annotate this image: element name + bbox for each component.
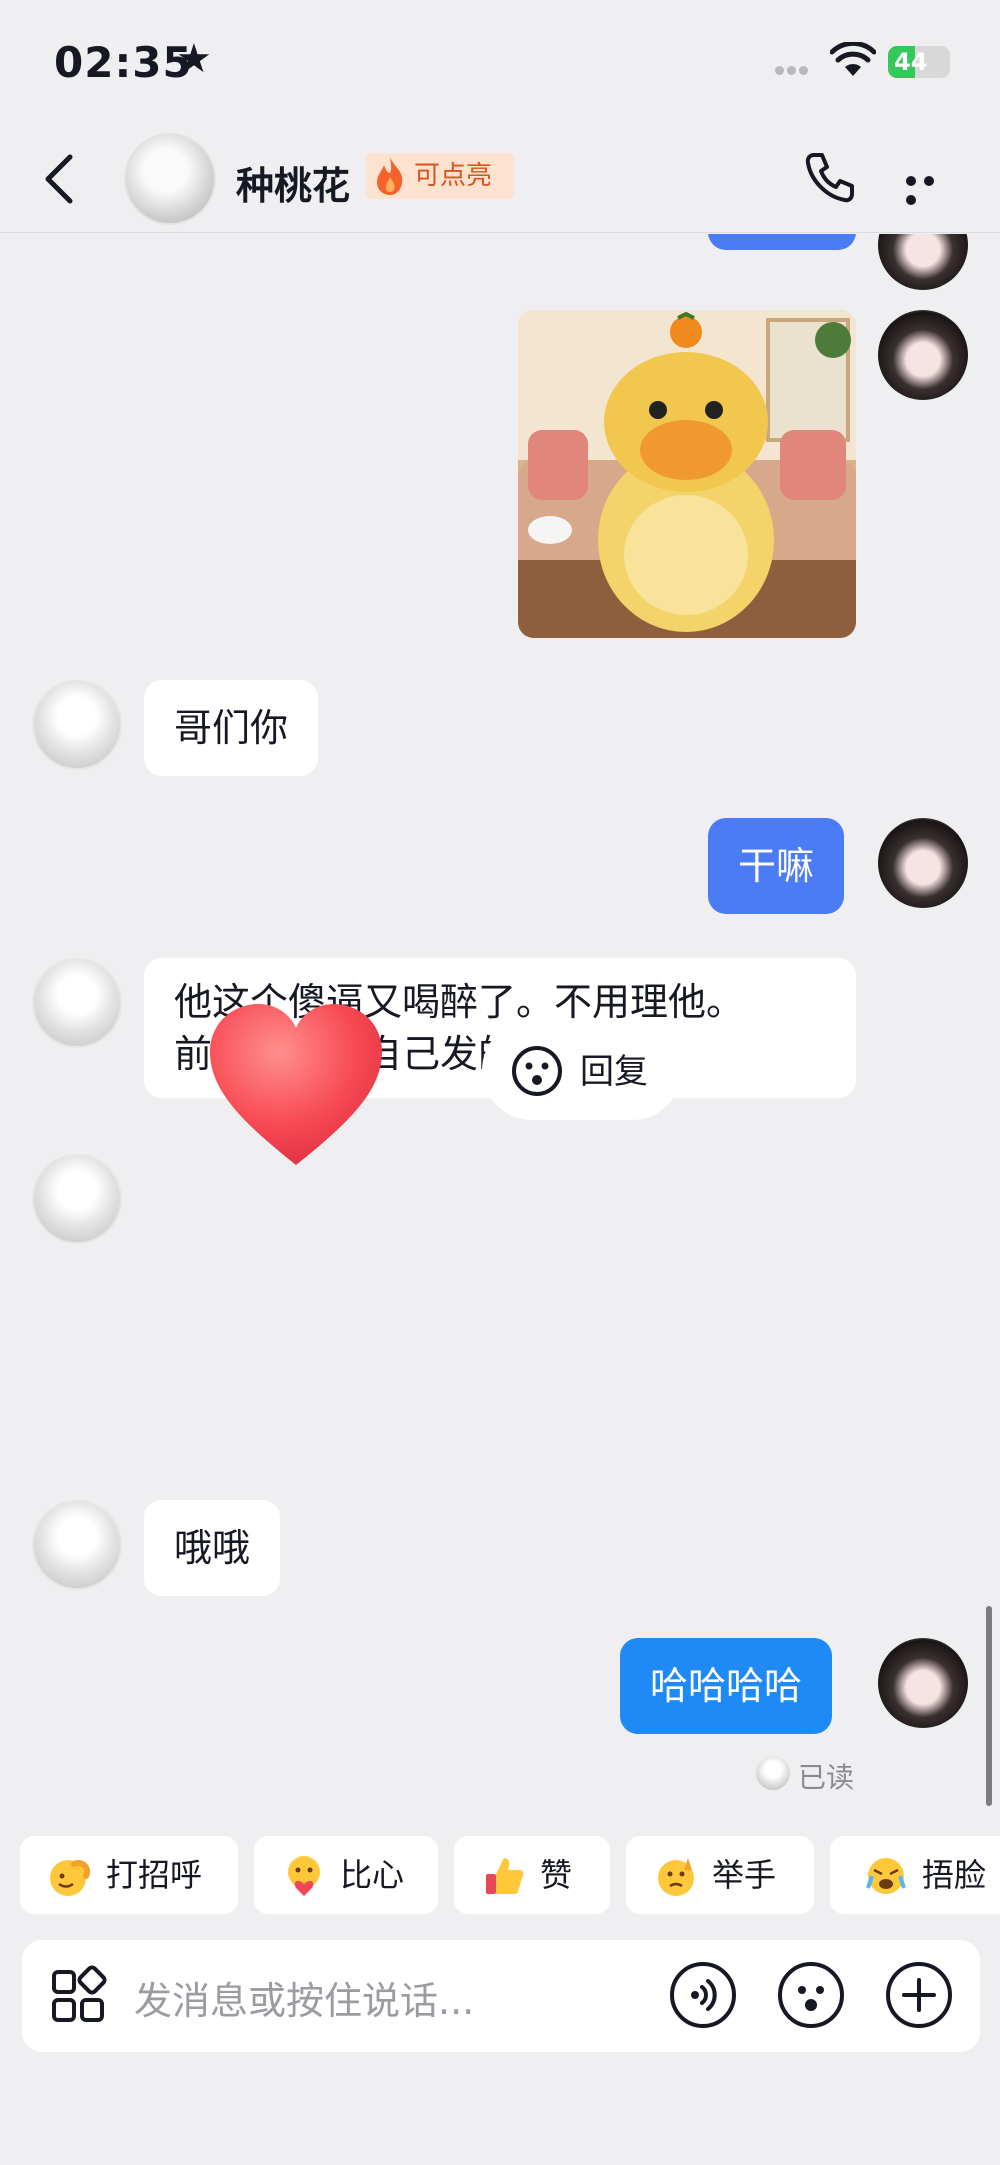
- back-arrow-icon[interactable]: [40, 151, 80, 207]
- quick-reaction-label: 比心: [340, 1856, 405, 1894]
- quick-reaction-label: 举手: [712, 1856, 777, 1894]
- quick-reaction-heart-hands[interactable]: 比心: [254, 1836, 438, 1914]
- facepalm-emoji-icon: [866, 1858, 906, 1894]
- quick-reaction-wave[interactable]: 打招呼: [20, 1836, 238, 1914]
- raise-hand-emoji-icon: [658, 1858, 694, 1896]
- contact-avatar[interactable]: [124, 133, 216, 225]
- wifi-icon: [830, 42, 876, 76]
- message-list[interactable]: 哥们你 干嘛 他这个傻逼又喝醉了。不用理他。 前面都是他自己发的🙄。 回复 哦哦: [0, 234, 1000, 1814]
- message-bubble[interactable]: 哥们你: [144, 680, 319, 776]
- phone-call-icon[interactable]: [802, 149, 858, 205]
- thumbs-up-emoji-icon: [486, 1858, 524, 1894]
- quick-reaction-facepalm[interactable]: 捂脸: [830, 1836, 1000, 1914]
- battery-percent: 44: [894, 48, 928, 76]
- contact-avatar[interactable]: [32, 1500, 122, 1590]
- quick-reaction-bar: 打招呼 比心 赞 举手 捂脸: [0, 1836, 1000, 1916]
- quick-reaction-label: 打招呼: [106, 1856, 203, 1894]
- my-avatar[interactable]: [878, 818, 968, 908]
- flame-icon: [377, 157, 403, 195]
- my-avatar[interactable]: [878, 234, 968, 290]
- contact-avatar[interactable]: [32, 1154, 122, 1244]
- read-receipt-avatar: [756, 1756, 790, 1790]
- message-bubble[interactable]: 干嘛: [708, 818, 845, 914]
- heart-sticker[interactable]: [206, 1000, 386, 1170]
- quick-reaction-label: 捂脸: [922, 1856, 987, 1894]
- contact-avatar[interactable]: [32, 680, 122, 770]
- cellular-signal-icon: [775, 60, 821, 75]
- quick-reaction-thumbs-up[interactable]: 赞: [454, 1836, 610, 1914]
- contact-name[interactable]: 种桃花: [236, 155, 350, 210]
- more-options-icon[interactable]: [906, 171, 958, 205]
- quick-reaction-raise-hand[interactable]: 举手: [626, 1836, 814, 1914]
- reply-button-label: 回复: [580, 1052, 648, 1092]
- voice-input-icon[interactable]: [668, 1960, 738, 2030]
- read-receipt: 已读: [798, 1761, 855, 1794]
- image-message[interactable]: [518, 310, 856, 638]
- plus-icon[interactable]: [884, 1960, 954, 2030]
- message-input-bar: 发消息或按住说话...: [22, 1940, 980, 2052]
- reply-button[interactable]: 回复: [482, 1020, 682, 1120]
- status-time: 02:35: [54, 38, 193, 87]
- sticker-image: [518, 310, 856, 638]
- my-avatar[interactable]: [878, 1638, 968, 1728]
- apps-grid-icon[interactable]: [46, 1964, 110, 2028]
- message-bubble[interactable]: 哦哦: [144, 1500, 281, 1596]
- chat-header: 种桃花 可点亮: [0, 125, 1000, 233]
- quick-reaction-label: 赞: [540, 1856, 573, 1894]
- my-avatar[interactable]: [878, 310, 968, 400]
- message-bubble-partial[interactable]: [708, 234, 856, 250]
- message-input[interactable]: 发消息或按住说话...: [134, 1970, 474, 2025]
- heart-hands-emoji-icon: [288, 1856, 320, 1896]
- message-bubble[interactable]: 哈哈哈哈: [620, 1638, 833, 1734]
- streak-badge-label: 可点亮: [414, 161, 493, 191]
- scrollbar[interactable]: [986, 1606, 992, 1806]
- battery-icon: 44: [888, 46, 950, 78]
- star-icon: ★: [176, 36, 212, 82]
- wave-emoji-icon: [50, 1860, 90, 1896]
- status-bar: 02:35 ★ 44: [0, 0, 1000, 125]
- emoji-icon[interactable]: [776, 1960, 846, 2030]
- contact-avatar[interactable]: [32, 958, 122, 1048]
- smiley-icon: [512, 1046, 562, 1096]
- streak-badge[interactable]: 可点亮: [366, 153, 515, 199]
